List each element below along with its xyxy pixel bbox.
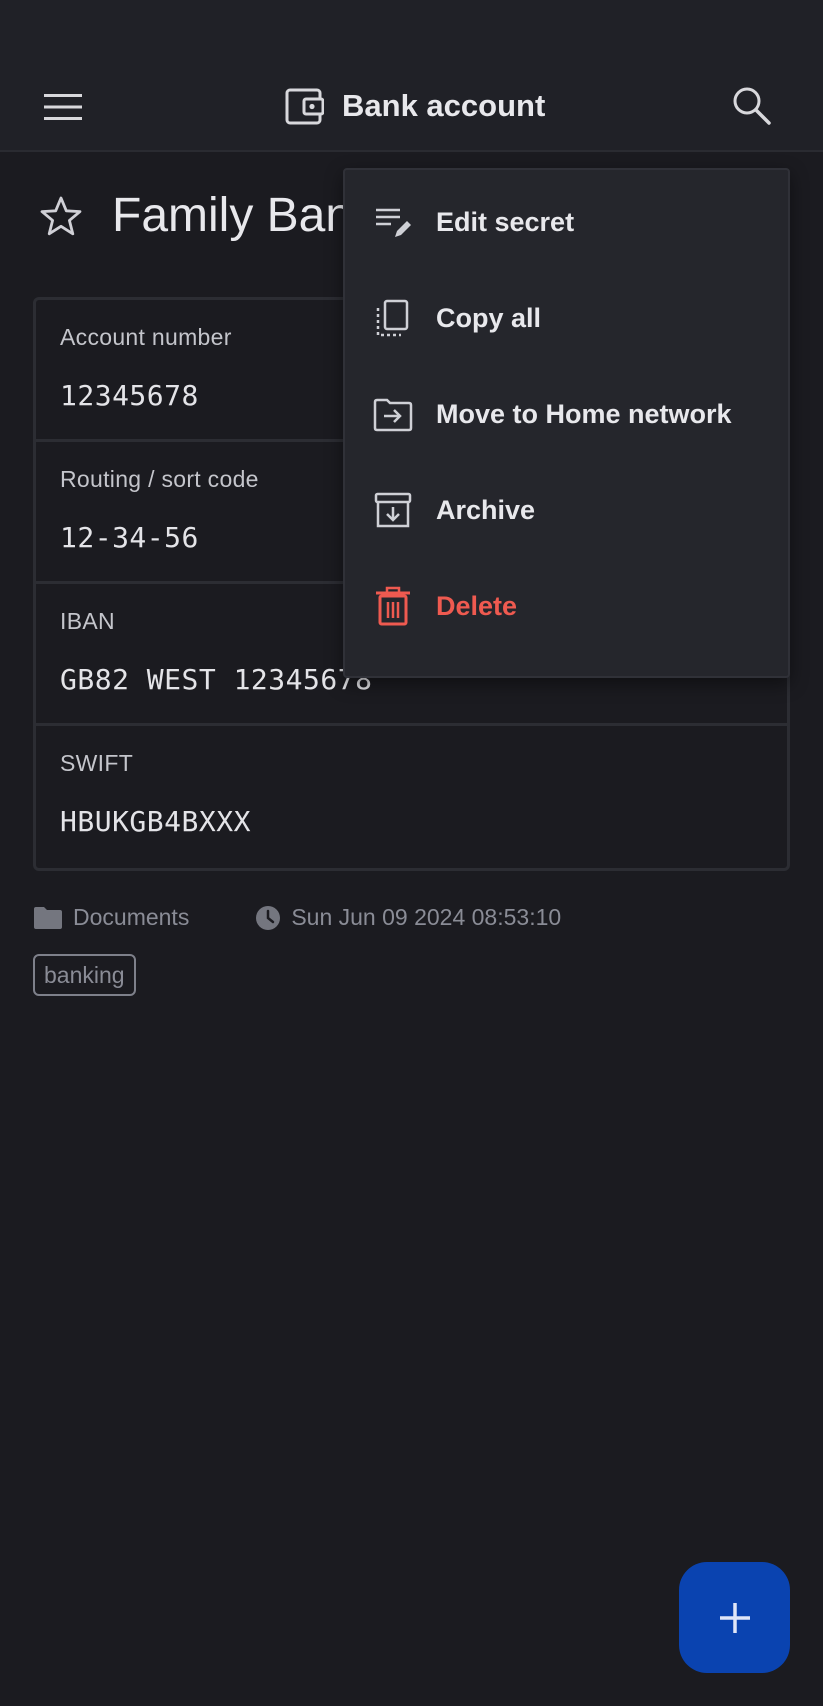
menu-item-label: Move to Home network: [436, 398, 732, 429]
secret-title: Family Ban: [112, 189, 353, 242]
timestamp-text: Sun Jun 09 2024 08:53:10: [291, 904, 562, 930]
menu-item-label: Delete: [436, 590, 518, 621]
field-value: HBUKGB4BXXX: [60, 805, 251, 838]
hamburger-menu-icon: [44, 94, 82, 120]
search-button[interactable]: [724, 78, 778, 132]
plus-icon: [719, 1602, 750, 1633]
app-bar: Bank account: [0, 60, 823, 152]
clock-icon: [256, 905, 281, 930]
tag-chip[interactable]: banking: [33, 954, 136, 996]
field-label: SWIFT: [60, 750, 134, 776]
field-swift[interactable]: SWIFT HBUKGB4BXXX: [36, 726, 787, 868]
edit-notes-icon: [372, 201, 414, 243]
menu-item-copy-all[interactable]: Copy all: [345, 270, 788, 366]
menu-item-label: Archive: [436, 494, 536, 525]
menu-button[interactable]: [38, 82, 88, 132]
menu-item-archive[interactable]: Archive: [345, 462, 788, 558]
move-folder-icon: [372, 393, 414, 435]
folder-name: Documents: [73, 904, 190, 930]
tag-label: banking: [44, 961, 125, 988]
menu-item-move[interactable]: Move to Home network: [345, 366, 788, 462]
add-secret-button[interactable]: [679, 1562, 790, 1673]
app-bar-title: Bank account: [284, 78, 545, 134]
wallet-icon: [285, 88, 324, 125]
search-icon: [733, 87, 771, 125]
folder-icon: [34, 906, 62, 929]
star-outline-icon[interactable]: [40, 195, 82, 237]
status-bar: [0, 0, 823, 60]
menu-item-delete[interactable]: Delete: [345, 558, 788, 654]
trash-icon: [372, 585, 414, 627]
app-bar-title-text: Bank account: [342, 88, 546, 123]
archive-icon: [372, 489, 414, 531]
secret-title-row: Family Ban: [40, 188, 352, 243]
menu-item-edit-secret[interactable]: Edit secret: [345, 174, 788, 270]
secret-meta: Documents Sun Jun 09 2024 08:53:10: [33, 904, 561, 931]
timestamp-info: Sun Jun 09 2024 08:53:10: [255, 904, 561, 931]
folder-info[interactable]: Documents: [33, 904, 189, 931]
menu-item-label: Copy all: [436, 302, 542, 333]
menu-item-label: Edit secret: [436, 206, 575, 237]
secret-actions-menu: Edit secret Copy all Move to Home networ…: [343, 168, 790, 678]
copy-icon: [372, 297, 414, 339]
